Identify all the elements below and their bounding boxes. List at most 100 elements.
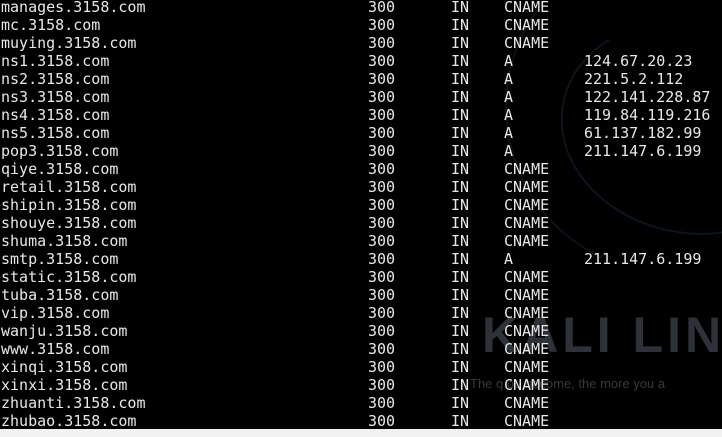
record-ttl: 300 [368, 124, 396, 142]
record-name: smtp.3158.com [1, 250, 119, 268]
wallpaper-tagline: The q ou become, the more you a [470, 376, 666, 391]
record-type: CNAME [504, 34, 550, 52]
record-ttl: 300 [368, 286, 396, 304]
record-type: CNAME [504, 304, 550, 322]
record-ttl: 300 [368, 340, 396, 358]
record-ttl: 300 [368, 394, 396, 412]
record-class: IN [451, 160, 470, 178]
record-ttl: 300 [368, 232, 396, 250]
record-name: xinxi.3158.com [1, 376, 128, 394]
record-address: 61.137.182.99 [584, 124, 702, 142]
record-type: CNAME [504, 358, 550, 376]
record-name: zhubao.3158.com [1, 412, 137, 430]
record-ttl: 300 [368, 214, 396, 232]
record-type: CNAME [504, 340, 550, 358]
record-name: ns3.3158.com [1, 88, 110, 106]
record-class: IN [451, 250, 470, 268]
record-name: shuma.3158.com [1, 232, 128, 250]
record-class: IN [451, 16, 470, 34]
record-ttl: 300 [368, 88, 396, 106]
record-ttl: 300 [368, 142, 396, 160]
record-type: CNAME [504, 196, 550, 214]
record-type: A [504, 124, 514, 142]
record-ttl: 300 [368, 70, 396, 88]
record-class: IN [451, 106, 470, 124]
record-ttl: 300 [368, 358, 396, 376]
record-type: CNAME [504, 16, 550, 34]
record-class: IN [451, 88, 470, 106]
record-ttl: 300 [368, 196, 396, 214]
record-ttl: 300 [368, 52, 396, 70]
record-type: CNAME [504, 412, 550, 430]
record-ttl: 300 [368, 34, 396, 52]
record-class: IN [451, 232, 470, 250]
record-type: A [504, 52, 514, 70]
record-name: static.3158.com [1, 268, 137, 286]
record-class: IN [451, 124, 470, 142]
record-address: 119.84.119.216 [584, 106, 711, 124]
record-type: A [504, 106, 514, 124]
record-class: IN [451, 358, 470, 376]
record-ttl: 300 [368, 304, 396, 322]
record-type: A [504, 88, 514, 106]
record-class: IN [451, 214, 470, 232]
record-class: IN [451, 376, 470, 394]
record-type: CNAME [504, 322, 550, 340]
record-class: IN [451, 196, 470, 214]
record-name: ns2.3158.com [1, 70, 110, 88]
record-name: vip.3158.com [1, 304, 110, 322]
record-type: CNAME [504, 286, 550, 304]
record-name: tuba.3158.com [1, 286, 119, 304]
record-ttl: 300 [368, 16, 396, 34]
record-class: IN [451, 304, 470, 322]
record-ttl: 300 [368, 160, 396, 178]
record-class: IN [451, 0, 470, 16]
record-class: IN [451, 142, 470, 160]
record-name: xinqi.3158.com [1, 358, 128, 376]
record-ttl: 300 [368, 106, 396, 124]
record-address: 122.141.228.87 [584, 88, 711, 106]
record-name: zhuanti.3158.com [1, 394, 146, 412]
record-name: mc.3158.com [1, 16, 101, 34]
record-name: ns4.3158.com [1, 106, 110, 124]
record-type: A [504, 142, 514, 160]
record-type: CNAME [504, 160, 550, 178]
record-name: wanju.3158.com [1, 322, 128, 340]
record-name: ns5.3158.com [1, 124, 110, 142]
record-class: IN [451, 178, 470, 196]
record-class: IN [451, 412, 470, 430]
record-ttl: 300 [368, 268, 396, 286]
record-name: shouye.3158.com [1, 214, 137, 232]
record-class: IN [451, 70, 470, 88]
record-type: CNAME [504, 232, 550, 250]
record-name: ns1.3158.com [1, 52, 110, 70]
record-name: www.3158.com [1, 340, 110, 358]
record-name: muying.3158.com [1, 34, 137, 52]
record-type: CNAME [504, 0, 550, 16]
record-ttl: 300 [368, 178, 396, 196]
record-class: IN [451, 394, 470, 412]
record-address: 211.147.6.199 [584, 250, 702, 268]
record-type: CNAME [504, 268, 550, 286]
record-name: retail.3158.com [1, 178, 137, 196]
record-type: A [504, 250, 514, 268]
record-address: 221.5.2.112 [584, 70, 684, 88]
record-ttl: 300 [368, 376, 396, 394]
bottom-strip [0, 429, 722, 437]
record-class: IN [451, 52, 470, 70]
terminal-window[interactable]: KALI LINU The q ou become, the more you … [0, 0, 722, 437]
record-ttl: 300 [368, 250, 396, 268]
record-address: 211.147.6.199 [584, 142, 702, 160]
record-name: shipin.3158.com [1, 196, 137, 214]
record-ttl: 300 [368, 412, 396, 430]
record-class: IN [451, 34, 470, 52]
wallpaper-dragon-arc [457, 0, 722, 322]
record-name: manages.3158.com [1, 0, 146, 16]
record-class: IN [451, 340, 470, 358]
record-type: A [504, 70, 514, 88]
record-type: CNAME [504, 394, 550, 412]
record-address: 124.67.20.23 [584, 52, 693, 70]
record-class: IN [451, 322, 470, 340]
record-name: pop3.3158.com [1, 142, 119, 160]
record-ttl: 300 [368, 322, 396, 340]
